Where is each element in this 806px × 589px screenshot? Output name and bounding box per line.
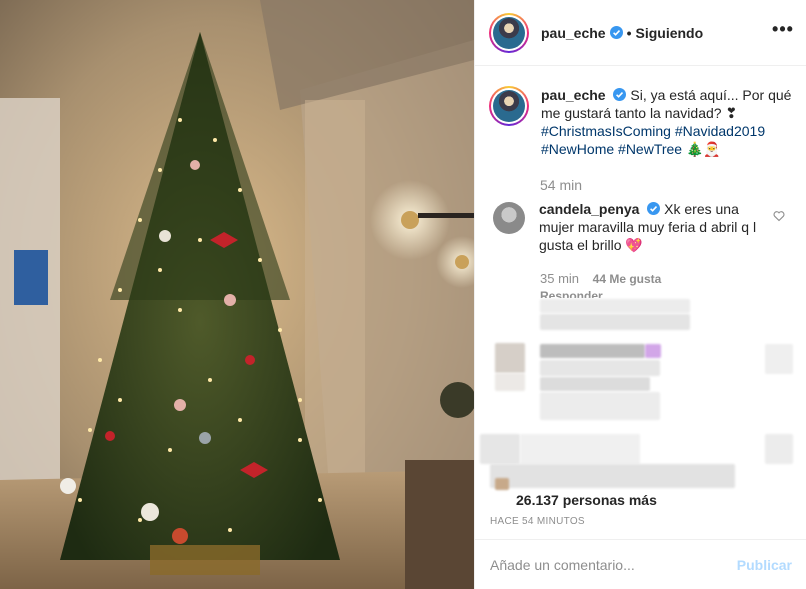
caption-timestamp[interactable]: 54 min [540, 177, 582, 193]
verified-badge-icon [647, 202, 661, 215]
publish-button[interactable]: Publicar [737, 557, 792, 573]
verified-badge-icon [609, 26, 623, 39]
christmas-tree-photo [0, 0, 474, 589]
caption-avatar[interactable] [489, 86, 529, 126]
comment-username[interactable]: candela_penya [539, 201, 639, 217]
likes-summary[interactable]: 26.137 personas más [516, 492, 657, 508]
caption-hashtags-line1[interactable]: #ChristmasIsComing #Navidad2019 [541, 123, 765, 139]
caption-hashtags-line2[interactable]: #NewHome #NewTree 🎄🎅 [541, 141, 721, 157]
post-timestamp[interactable]: HACE 54 MINUTOS [490, 516, 585, 527]
commenter-avatar[interactable] [493, 202, 525, 234]
post-caption: pau_eche Si, ya está aquí... Por qué me … [489, 86, 793, 158]
comment-input[interactable] [490, 556, 730, 573]
comment-like-count[interactable]: 44 Me gusta [593, 272, 662, 286]
post-side-panel: pau_eche • Siguiendo ••• pau_eche Si, ya… [474, 0, 806, 589]
reply-button[interactable]: Responder [540, 289, 603, 298]
like-comment-heart-icon[interactable] [773, 210, 785, 222]
comment-meta: 35 min 44 Me gusta [540, 271, 661, 286]
comment-timestamp[interactable]: 35 min [540, 271, 579, 286]
add-comment-bar: Publicar [475, 539, 806, 589]
caption-username[interactable]: pau_eche [541, 87, 606, 103]
author-avatar[interactable] [489, 12, 529, 53]
comment-item: candela_penya Xk eres una mujer maravill… [489, 200, 793, 254]
follow-status-button[interactable]: Siguiendo [636, 25, 704, 41]
instagram-post: pau_eche • Siguiendo ••• pau_eche Si, ya… [0, 0, 806, 589]
post-header: pau_eche • Siguiendo ••• [475, 0, 806, 66]
author-username[interactable]: pau_eche [541, 25, 606, 41]
post-photo[interactable] [0, 0, 474, 589]
verified-badge-icon [613, 88, 627, 101]
separator-dot: • [626, 24, 632, 41]
more-options-icon[interactable]: ••• [771, 20, 795, 44]
